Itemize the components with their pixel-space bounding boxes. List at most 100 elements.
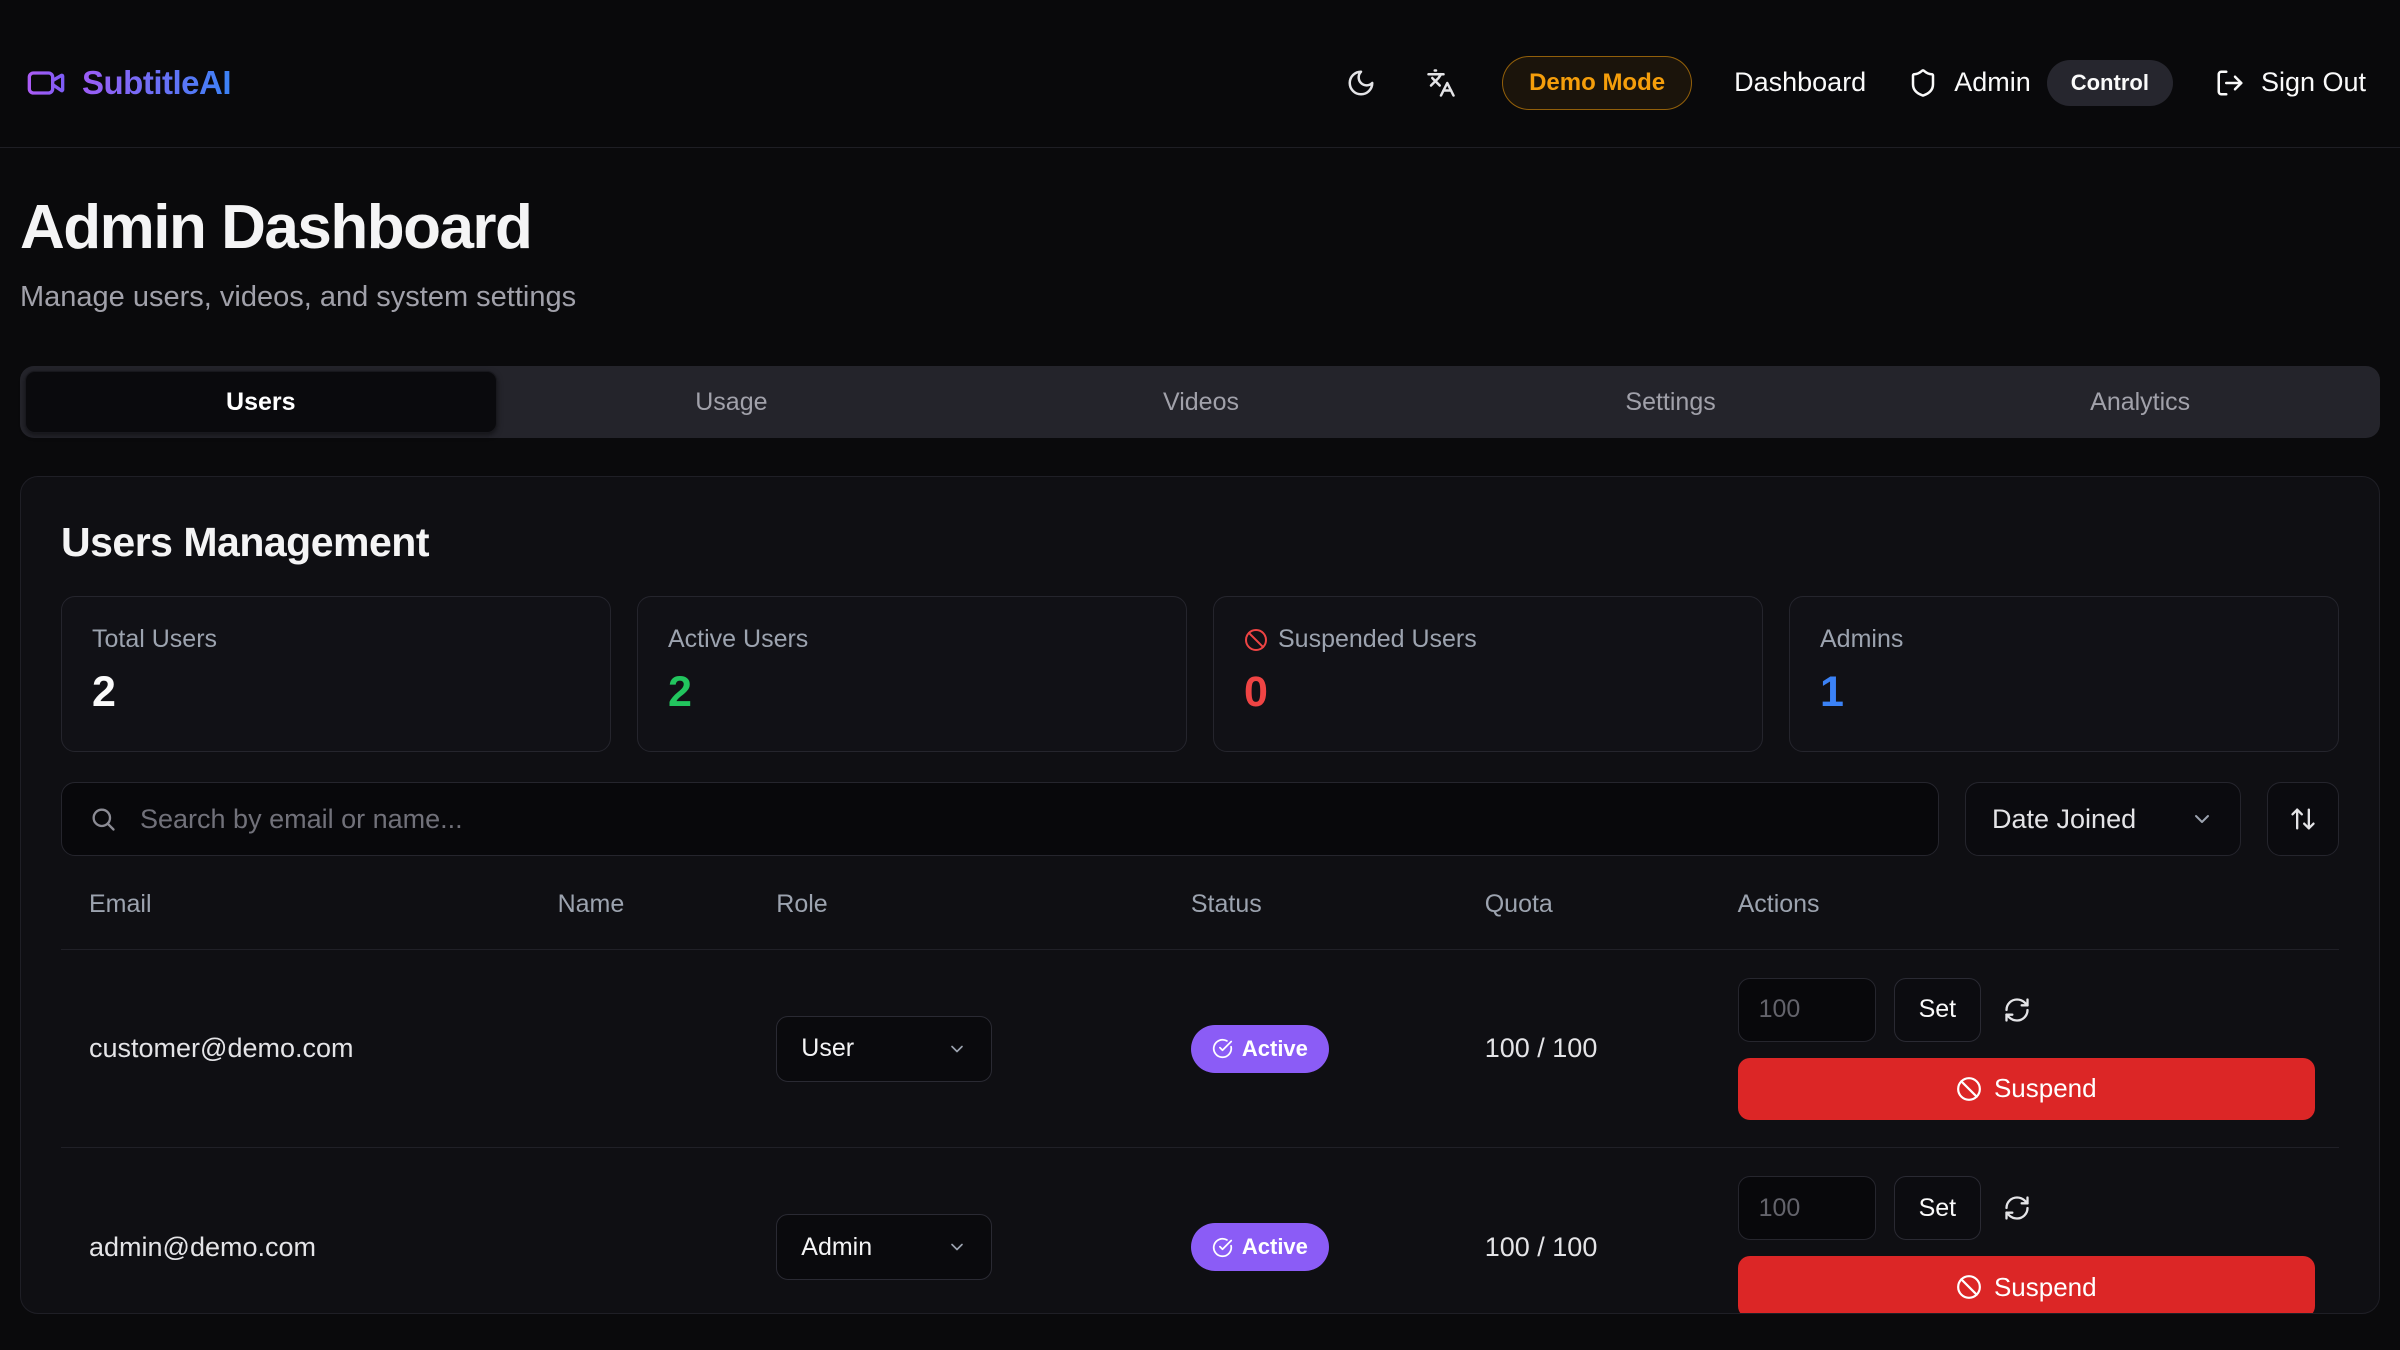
language-toggle-button[interactable] [1422,64,1460,102]
page-subtitle: Manage users, videos, and system setting… [20,281,2380,314]
stat-label: Total Users [92,625,580,654]
demo-mode-badge: Demo Mode [1502,56,1692,110]
sign-out-button[interactable]: Sign Out [2215,67,2366,98]
refresh-icon [2003,996,2031,1024]
check-circle-icon [1212,1038,1233,1059]
actions-top-row: Set [1738,978,2315,1042]
stat-value-suspended-users: 0 [1244,668,1732,717]
table-row-customer: customer@demo.com User Ac [61,950,2339,1148]
refresh-icon [2003,1194,2031,1222]
status-badge-label: Active [1242,1234,1308,1260]
search-wrap [61,782,1939,856]
chevron-down-icon [2190,807,2214,831]
theme-toggle-button[interactable] [1342,64,1380,102]
stat-label: Admins [1820,625,2308,654]
shield-icon [1908,68,1938,98]
stat-card-suspended-users: Suspended Users 0 [1213,596,1763,752]
actions-cell: Set Suspend [1738,1176,2339,1314]
admin-label: Admin [1954,67,2031,98]
reset-quota-button[interactable] [1999,1190,2035,1226]
suspend-user-button[interactable]: Suspend [1738,1256,2315,1314]
page-title: Admin Dashboard [20,192,2380,263]
ban-icon [1956,1274,1982,1300]
status-badge: Active [1191,1223,1329,1271]
stats-row: Total Users 2 Active Users 2 Suspended U… [61,596,2339,752]
status-cell: Active [1191,1223,1485,1271]
search-icon [89,805,117,833]
filter-row: Date Joined [61,782,2339,856]
dashboard-tabbar: Users Usage Videos Settings Analytics [20,366,2380,438]
top-navbar: SubtitleAI Demo Mode Dashboard Admin Con… [0,0,2400,148]
user-email: customer@demo.com [61,1033,558,1064]
control-badge: Control [2047,60,2173,106]
quota-input[interactable] [1738,1176,1876,1240]
col-header-email: Email [61,890,558,919]
col-header-actions: Actions [1738,890,2339,919]
chevron-down-icon [947,1039,967,1059]
admin-dashboard-page: Admin Dashboard Manage users, videos, an… [0,192,2400,1314]
role-select[interactable]: Admin [776,1214,992,1280]
stat-card-active-users: Active Users 2 [637,596,1187,752]
tab-videos[interactable]: Videos [966,371,1436,433]
moon-icon [1346,68,1376,98]
quota-input[interactable] [1738,978,1876,1042]
log-out-icon [2215,68,2245,98]
status-badge-label: Active [1242,1036,1308,1062]
quota-value: 100 / 100 [1485,1232,1738,1263]
stat-label: Suspended Users [1278,625,1477,654]
actions-top-row: Set [1738,1176,2315,1240]
role-cell: Admin [776,1214,1191,1280]
stat-card-total-users: Total Users 2 [61,596,611,752]
stat-label: Active Users [668,625,1156,654]
ban-icon [1244,628,1268,652]
actions-stack: Set Suspend [1738,1176,2315,1314]
col-header-status: Status [1191,890,1485,919]
quota-value: 100 / 100 [1485,1033,1738,1064]
dashboard-link[interactable]: Dashboard [1734,67,1866,98]
status-cell: Active [1191,1025,1485,1073]
tab-usage[interactable]: Usage [497,371,967,433]
sort-field-select[interactable]: Date Joined [1965,782,2241,856]
user-email: admin@demo.com [61,1232,558,1263]
reset-quota-button[interactable] [1999,992,2035,1028]
actions-cell: Set Suspend [1738,978,2339,1120]
users-table: Email Name Role Status Quota Actions cus… [61,890,2339,1314]
stat-label-with-icon: Suspended Users [1244,625,1732,654]
col-header-role: Role [776,890,1191,919]
tab-users[interactable]: Users [25,371,497,433]
role-select-value: User [801,1034,854,1063]
tab-analytics[interactable]: Analytics [1905,371,2375,433]
check-circle-icon [1212,1237,1233,1258]
suspend-button-label: Suspend [1994,1073,2097,1104]
arrow-up-down-icon [2289,805,2317,833]
stat-value-total-users: 2 [92,668,580,717]
suspend-user-button[interactable]: Suspend [1738,1058,2315,1120]
role-select[interactable]: User [776,1016,992,1082]
col-header-name: Name [558,890,777,919]
role-cell: User [776,1016,1191,1082]
brand-name: SubtitleAI [82,64,231,102]
languages-icon [1426,68,1456,98]
stat-value-admins: 1 [1820,668,2308,717]
set-quota-button[interactable]: Set [1894,1176,1982,1240]
ban-icon [1956,1076,1982,1102]
sort-direction-button[interactable] [2267,782,2339,856]
table-row-admin: admin@demo.com Admin Acti [61,1148,2339,1314]
suspend-button-label: Suspend [1994,1272,2097,1303]
search-input[interactable] [61,782,1939,856]
sign-out-label: Sign Out [2261,67,2366,98]
video-camera-icon [26,63,66,103]
actions-stack: Set Suspend [1738,978,2315,1120]
users-table-header: Email Name Role Status Quota Actions [61,890,2339,950]
admin-link[interactable]: Admin Control [1908,60,2173,106]
brand-logo[interactable]: SubtitleAI [26,63,231,103]
navbar-actions: Demo Mode Dashboard Admin Control Sign O… [1342,56,2366,110]
tab-settings[interactable]: Settings [1436,371,1906,433]
stat-value-active-users: 2 [668,668,1156,717]
sort-field-value: Date Joined [1992,804,2136,835]
col-header-quota: Quota [1485,890,1738,919]
stat-card-admins: Admins 1 [1789,596,2339,752]
set-quota-button[interactable]: Set [1894,978,1982,1042]
panel-title: Users Management [61,519,2339,566]
role-select-value: Admin [801,1233,872,1262]
